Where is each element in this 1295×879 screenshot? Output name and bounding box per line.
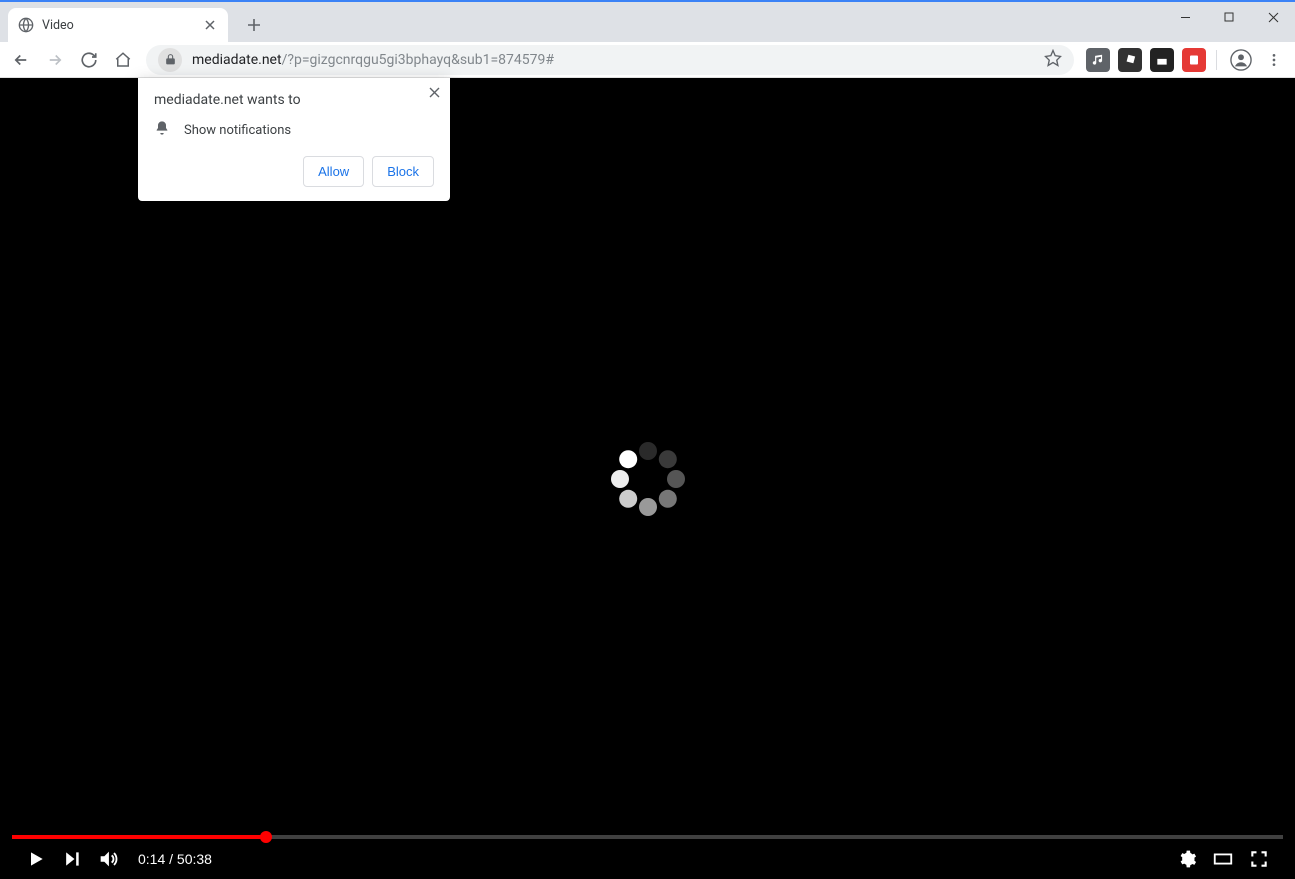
video-controls: 0:14 / 50:38 xyxy=(0,839,1295,879)
notification-permission-popup: mediadate.net wants to Show notification… xyxy=(138,78,450,201)
window-close-button[interactable] xyxy=(1251,2,1295,32)
extension-pdf-icon[interactable] xyxy=(1182,48,1206,72)
fullscreen-icon[interactable] xyxy=(1241,841,1277,877)
close-tab-icon[interactable] xyxy=(202,17,218,33)
permission-item-text: Show notifications xyxy=(184,123,291,138)
page-content: mediadate.net wants to Show notification… xyxy=(0,78,1295,879)
home-button[interactable] xyxy=(108,45,138,75)
profile-button[interactable] xyxy=(1227,46,1255,74)
browser-tab[interactable]: Video xyxy=(8,8,228,42)
volume-button[interactable] xyxy=(90,841,126,877)
allow-button[interactable]: Allow xyxy=(303,156,364,187)
menu-button[interactable] xyxy=(1259,45,1289,75)
bell-icon xyxy=(154,120,170,140)
tab-strip: Video xyxy=(0,2,1295,42)
reload-button[interactable] xyxy=(74,45,104,75)
extension-music-icon[interactable] xyxy=(1086,48,1110,72)
permission-title: mediadate.net wants to xyxy=(154,92,434,108)
video-time-display: 0:14 / 50:38 xyxy=(138,851,212,867)
back-button[interactable] xyxy=(6,45,36,75)
toolbar-divider xyxy=(1216,50,1217,70)
maximize-button[interactable] xyxy=(1207,2,1251,32)
site-info-button[interactable] xyxy=(158,48,182,72)
extension-radio-icon[interactable] xyxy=(1150,48,1174,72)
next-button[interactable] xyxy=(54,841,90,877)
close-icon[interactable] xyxy=(429,86,440,102)
minimize-button[interactable] xyxy=(1163,2,1207,32)
block-button[interactable]: Block xyxy=(372,156,434,187)
current-time: 0:14 xyxy=(138,851,165,867)
new-tab-button[interactable] xyxy=(240,11,268,39)
address-bar[interactable]: mediadate.net/?p=gizgcnrqgu5gi3bphayq&su… xyxy=(146,45,1074,75)
url-text: mediadate.net/?p=gizgcnrqgu5gi3bphayq&su… xyxy=(192,52,1034,68)
settings-icon[interactable] xyxy=(1169,841,1205,877)
play-button[interactable] xyxy=(18,841,54,877)
browser-toolbar: mediadate.net/?p=gizgcnrqgu5gi3bphayq&su… xyxy=(0,42,1295,78)
bookmark-star-icon[interactable] xyxy=(1044,49,1062,71)
globe-icon xyxy=(18,17,34,33)
loading-spinner xyxy=(609,440,687,518)
total-time: 50:38 xyxy=(177,851,212,867)
theater-mode-icon[interactable] xyxy=(1205,841,1241,877)
extension-roblox-icon[interactable] xyxy=(1118,48,1142,72)
forward-button[interactable] xyxy=(40,45,70,75)
tab-title: Video xyxy=(42,18,194,33)
